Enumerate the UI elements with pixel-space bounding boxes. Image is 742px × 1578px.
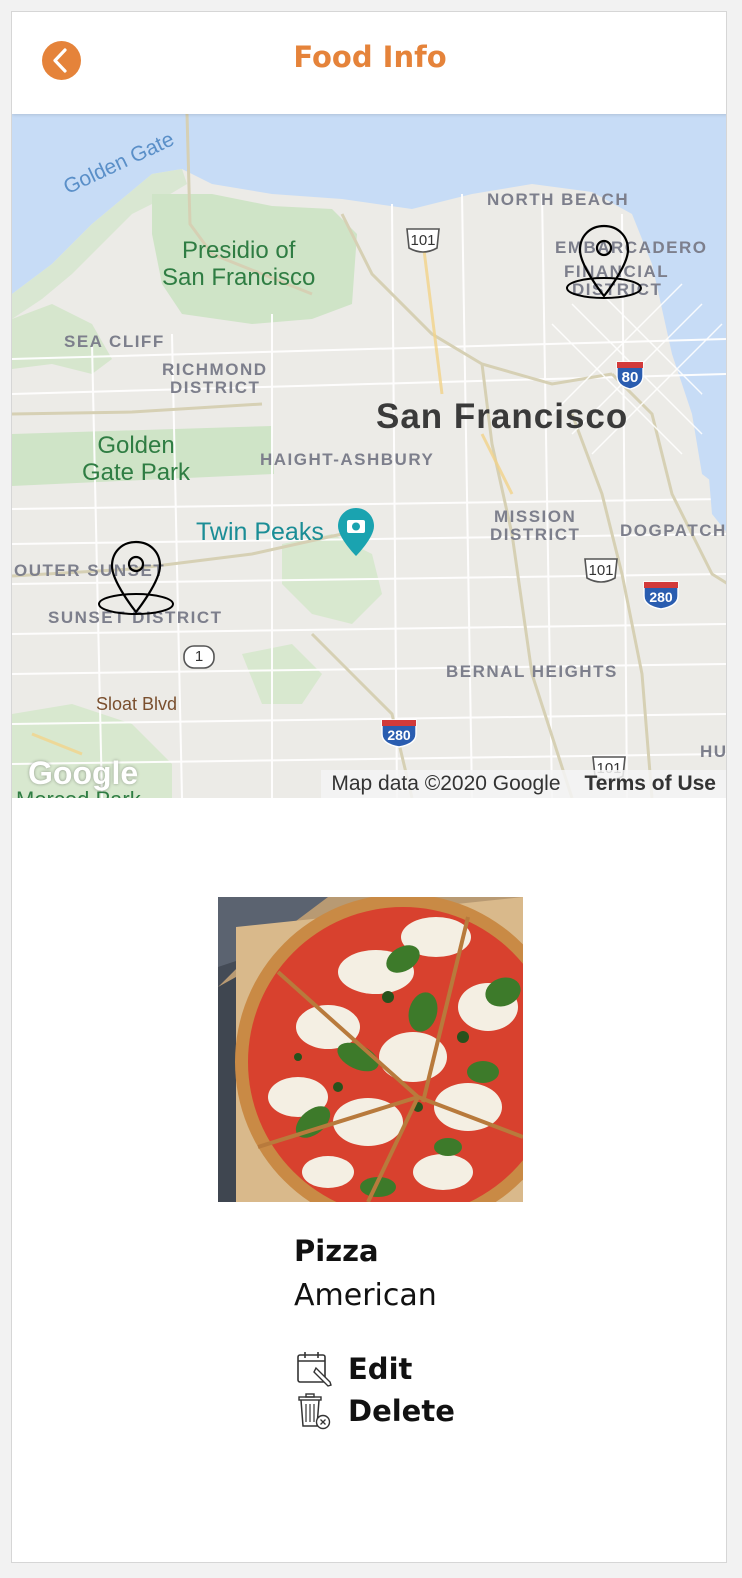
food-image [218, 897, 523, 1202]
map-label-richmond: RICHMOND [162, 360, 268, 379]
terms-of-use-link[interactable]: Terms of Use [571, 772, 727, 796]
app-header: Food Info [12, 12, 726, 114]
map-label-twin-peaks: Twin Peaks [196, 518, 324, 546]
map-label-golden-gate-park: Golden Gate Park [82, 432, 191, 486]
map-label-presidio: Presidio of San Francisco [162, 237, 316, 291]
i-280-east-shield-label: 280 [649, 589, 673, 605]
app-frame: Food Info Golden Gate NORTH BEACH Presid… [11, 11, 727, 1563]
i-280-south-shield: 280 [380, 718, 418, 748]
map-label-san-francisco: San Francisco [376, 397, 629, 436]
map-label-dogpatch: DOGPATCH [620, 521, 727, 540]
us-101-mission-shield: 101 [582, 556, 620, 586]
pizza-photo [218, 897, 523, 1202]
us-101-shield-label: 101 [410, 232, 436, 249]
map-label-mission: MISSION [494, 507, 577, 526]
page-title: Food Info [293, 40, 447, 74]
food-details: Pizza American Edit Delete [12, 798, 726, 1562]
delete-label: Delete [348, 1394, 455, 1428]
map-label-sloat-blvd: Sloat Blvd [96, 694, 178, 714]
map-attribution: Map data ©2020 Google Terms of Use [321, 770, 727, 798]
i-280-south-shield-label: 280 [387, 727, 411, 743]
camera-poi-icon [338, 508, 374, 556]
map-credit: Map data ©2020 Google [331, 772, 561, 795]
i-280-east-shield: 280 [642, 580, 680, 610]
trash-icon [298, 1393, 331, 1430]
us-101-shield: 101 [404, 226, 442, 256]
i-80-shield-label: 80 [621, 369, 639, 386]
google-logo: Google [28, 755, 139, 791]
ca-1-shield-label: 1 [194, 648, 204, 665]
map-label-mission-district: DISTRICT [490, 525, 581, 544]
calendar-edit-icon [297, 1352, 332, 1387]
delete-button[interactable]: Delete [296, 1392, 455, 1430]
map-label-bernal-heights: BERNAL HEIGHTS [446, 662, 618, 681]
ca-1-shield: 1 [182, 644, 216, 670]
map-pin-icon[interactable] [564, 222, 644, 306]
map-label-north-beach: NORTH BEACH [487, 190, 630, 209]
map-label-haight-ashbury: HAIGHT-ASHBURY [260, 450, 435, 469]
us-101-mission-shield-label: 101 [588, 562, 614, 579]
edit-button[interactable]: Edit [296, 1350, 412, 1388]
map-label-hu: HU [700, 742, 727, 761]
food-cuisine: American [294, 1278, 437, 1313]
edit-label: Edit [348, 1352, 413, 1386]
map-pin-icon[interactable] [96, 538, 176, 622]
food-name: Pizza [294, 1234, 379, 1268]
map-label-richmond-district: DISTRICT [170, 378, 261, 397]
i-80-shield: 80 [615, 360, 645, 390]
map-label-sea-cliff: SEA CLIFF [64, 332, 165, 351]
map-view[interactable]: Golden Gate NORTH BEACH Presidio of San … [12, 114, 727, 798]
